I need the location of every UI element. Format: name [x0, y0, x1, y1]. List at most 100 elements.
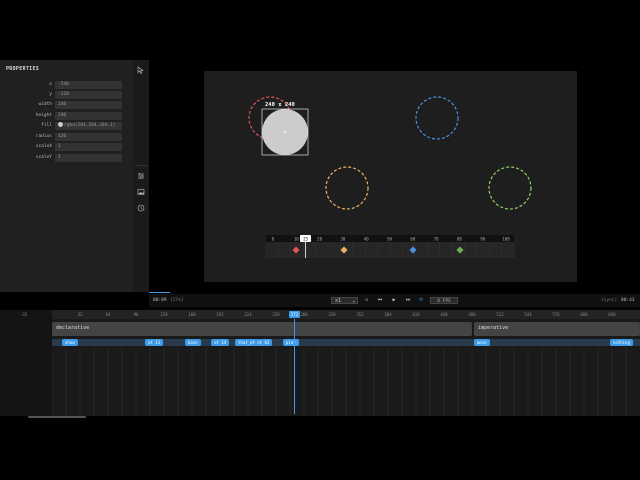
label-chip-ot14[interactable]: ot 14	[211, 339, 230, 346]
ruler-tick-label: 32	[77, 312, 83, 317]
ruler-tick-label: 224	[244, 312, 252, 317]
playback-progress	[149, 292, 170, 293]
ruler-tick-label: 352	[356, 312, 364, 317]
properties-panel: PROPERTIES x -540 y -220 width 240 heigh…	[0, 60, 133, 292]
target-circle-green	[488, 166, 532, 210]
timeline-playhead-badge[interactable]: 272	[289, 311, 300, 318]
ruler-tick-label: 608	[580, 312, 588, 317]
prop-label-height: height	[35, 113, 52, 118]
ruler-tick-label: 128	[160, 312, 168, 317]
mini-playhead-label: 25	[303, 237, 308, 242]
label-chip-ot13[interactable]: ot 13	[145, 339, 164, 346]
target-circle-blue	[415, 96, 459, 140]
pointer-icon[interactable]	[137, 66, 145, 74]
prop-field-y[interactable]: -220	[55, 91, 122, 99]
app-window: PROPERTIES x -540 y -220 width 240 heigh…	[0, 0, 640, 480]
canvas-stage[interactable]: 240 x 240 0 10 20 30 40 50 60 70 80 90 100 25	[204, 71, 577, 282]
label-lane	[52, 339, 640, 346]
loop-icon[interactable]: ⟲	[417, 297, 425, 304]
mini-tick-label: 80	[457, 237, 462, 242]
mini-tick-label: 100	[502, 237, 510, 242]
prop-row-height: height 240	[0, 112, 133, 120]
mini-tick-label: 60	[410, 237, 415, 242]
mute-icon[interactable]: ◁	[362, 297, 370, 304]
ruler-tick-label: 192	[216, 312, 224, 317]
ruler-tick-label: 576	[552, 312, 560, 317]
prop-row-y: y -220	[0, 91, 133, 99]
ruler-tick-label: 448	[440, 312, 448, 317]
label-chip-play[interactable]: play	[283, 339, 299, 346]
sliders-icon[interactable]	[137, 172, 145, 180]
prop-field-width[interactable]: 240	[55, 101, 122, 109]
ruler-tick-label: 256	[272, 312, 280, 317]
prop-field-fill[interactable]: rgba(204,204,204,1)	[55, 122, 122, 130]
timeline-gutter	[0, 310, 52, 416]
prop-field-x[interactable]: -540	[55, 81, 122, 89]
track-label-declarative: declarative	[56, 325, 90, 331]
prop-row-scalex: scaleX 1	[0, 143, 133, 151]
duration: 00:43	[621, 298, 635, 303]
ruler-tick-label: 160	[188, 312, 196, 317]
track-label-imperative: imperative	[478, 325, 509, 331]
ruler-tick-label: 512	[496, 312, 504, 317]
ruler-tick-label: 288	[300, 312, 308, 317]
track-declarative[interactable]: declarative	[52, 322, 472, 336]
image-icon[interactable]	[137, 188, 145, 196]
icon-rail	[133, 60, 149, 292]
mini-timeline[interactable]: 0 10 20 30 40 50 60 70 80 90 100 25	[265, 235, 515, 258]
prop-label-scaley: scaleY	[35, 155, 52, 160]
stage-drawing: 240 x 240 0 10 20 30 40 50 60 70 80 90 100 25	[248, 96, 532, 258]
sync-status: (sync)	[601, 298, 618, 303]
label-chip-move[interactable]: move	[474, 339, 490, 346]
prop-row-x: x -540	[0, 81, 133, 89]
timeline-scrollbar[interactable]	[28, 416, 86, 418]
skip-back-icon[interactable]: ⏮	[376, 297, 384, 304]
prop-label-x: x	[49, 82, 52, 87]
timeline-gridlines	[51, 348, 627, 416]
track-imperative[interactable]: imperative	[474, 322, 640, 336]
timeline-playhead[interactable]	[294, 319, 295, 414]
target-circle-orange	[325, 166, 369, 210]
prop-field-radius[interactable]: 120	[55, 133, 122, 141]
current-time: 00:09	[153, 298, 167, 303]
mini-tick-label: 90	[480, 237, 485, 242]
prop-row-fill: fill rgba(204,204,204,1)	[0, 122, 133, 130]
speed-select[interactable]: x1 ▾	[331, 297, 358, 304]
ruler-tick-label: 416	[412, 312, 420, 317]
transport-bar: 00:09 [27%] x1 ▾ ◁ ⏮ ▶ ⏭ ⟲ 0 FPS (sync) …	[149, 294, 640, 307]
prop-label-y: y	[49, 92, 52, 97]
rail-divider	[135, 165, 147, 166]
ruler-tick-label: 640	[608, 312, 616, 317]
ruler-tick-label: 544	[524, 312, 532, 317]
label-chip-show[interactable]: show	[62, 339, 78, 346]
prop-field-scalex[interactable]: 1	[55, 143, 122, 151]
mini-tick-label: 30	[340, 237, 345, 242]
skip-forward-icon[interactable]: ⏭	[404, 297, 412, 304]
timeline-ruler[interactable]: 32 64 96 128 160 192 224 256 288 320 352 384 416 448 4…	[52, 310, 640, 319]
prop-label-scalex: scaleX	[35, 144, 52, 149]
label-chip-base[interactable]: base	[185, 339, 201, 346]
progress-percent: [27%]	[170, 298, 184, 303]
label-chip-nothing[interactable]: nothing	[610, 339, 633, 346]
clock-icon[interactable]	[137, 204, 145, 212]
mini-tick-label: 50	[387, 237, 392, 242]
chevron-down-icon: ▾	[352, 299, 355, 304]
play-icon[interactable]: ▶	[390, 297, 398, 304]
ruler-tick-label: 96	[133, 312, 139, 317]
label-chip-that-ot[interactable]: that_ot ot 03	[235, 339, 273, 346]
prop-field-height[interactable]: 240	[55, 112, 122, 120]
speed-value: x1	[335, 298, 342, 304]
mini-tick-label: 20	[317, 237, 322, 242]
prop-field-scaley[interactable]: 1	[55, 154, 122, 162]
properties-title: PROPERTIES	[6, 66, 40, 72]
fill-swatch[interactable]	[58, 122, 63, 127]
prop-row-scaley: scaleY 1	[0, 154, 133, 162]
mini-tick-label: 40	[364, 237, 369, 242]
ruler-tick-label: 480	[468, 312, 476, 317]
ruler-start-label: -32	[20, 312, 28, 317]
mini-tick-label: 70	[434, 237, 439, 242]
mini-timeline-grid	[265, 242, 515, 258]
prop-label-width: width	[38, 102, 52, 107]
ruler-tick-label: 384	[384, 312, 392, 317]
prop-row-width: width 240	[0, 101, 133, 109]
